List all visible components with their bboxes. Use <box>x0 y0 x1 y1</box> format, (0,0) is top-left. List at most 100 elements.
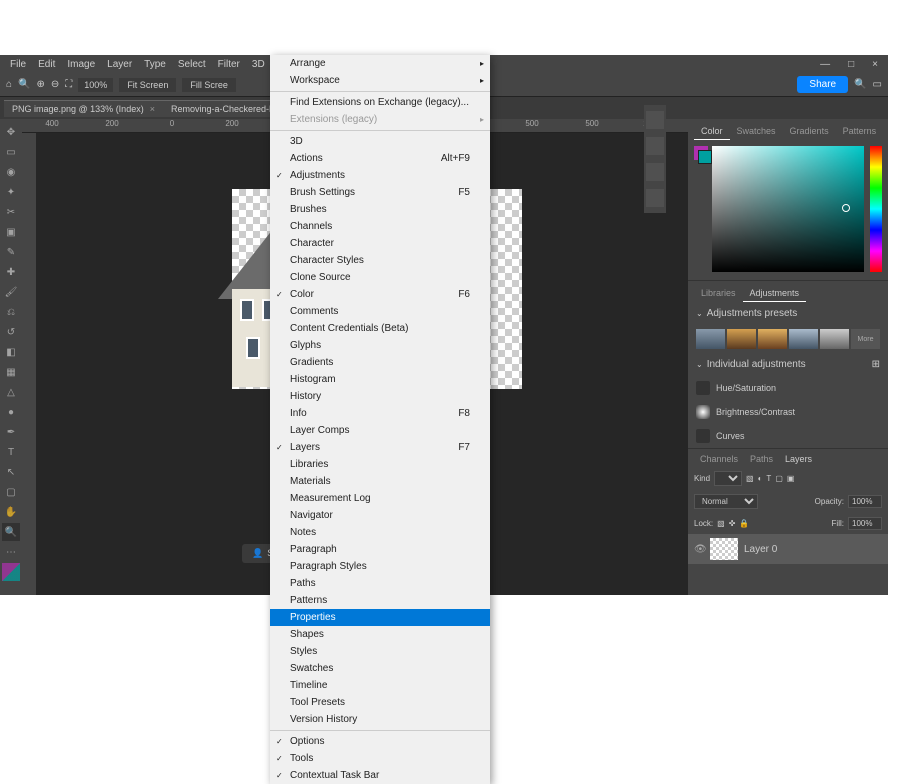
menu-item-color[interactable]: ColorF6 <box>270 286 490 303</box>
fit-screen-button[interactable]: Fit Screen <box>119 78 176 92</box>
menu-select[interactable]: Select <box>172 57 212 72</box>
search-icon[interactable]: 🔍 <box>854 79 866 90</box>
dock-icon[interactable] <box>646 111 664 129</box>
marquee-tool-icon[interactable]: ▭ <box>2 143 20 161</box>
menu-item-paths[interactable]: Paths <box>270 575 490 592</box>
fill-screen-button[interactable]: Fill Scree <box>182 78 236 92</box>
menu-item-timeline[interactable]: Timeline <box>270 677 490 694</box>
wand-tool-icon[interactable]: ✦ <box>2 183 20 201</box>
menu-item-tool-presets[interactable]: Tool Presets <box>270 694 490 711</box>
menu-item-clone-source[interactable]: Clone Source <box>270 269 490 286</box>
color-picker[interactable] <box>688 140 888 280</box>
pen-tool-icon[interactable]: ✒ <box>2 423 20 441</box>
dock-icon[interactable] <box>646 163 664 181</box>
menu-item-paragraph[interactable]: Paragraph <box>270 541 490 558</box>
adj-curves[interactable]: Curves <box>688 424 888 448</box>
menu-item-navigator[interactable]: Navigator <box>270 507 490 524</box>
preset-thumb[interactable] <box>789 329 818 349</box>
menu-layer[interactable]: Layer <box>101 57 138 72</box>
crop-tool-icon[interactable]: ✂ <box>2 203 20 221</box>
resize-icon[interactable]: ⛶ <box>65 79 72 90</box>
preset-thumb[interactable] <box>758 329 787 349</box>
gradient-tool-icon[interactable]: ▦ <box>2 363 20 381</box>
more-presets-button[interactable]: More <box>851 329 880 349</box>
layer-thumbnail[interactable] <box>710 538 738 560</box>
lock-all-icon[interactable]: 🔒 <box>739 519 749 528</box>
background-color-swatch[interactable] <box>698 150 712 164</box>
share-button[interactable]: Share <box>797 76 848 93</box>
tab-libraries[interactable]: Libraries <box>694 285 743 302</box>
menu-item-brushes[interactable]: Brushes <box>270 201 490 218</box>
color-field[interactable] <box>712 146 864 272</box>
close-icon[interactable]: × <box>866 57 884 72</box>
frame-tool-icon[interactable]: ▣ <box>2 223 20 241</box>
tab-paths[interactable]: Paths <box>744 451 779 467</box>
preset-thumb[interactable] <box>727 329 756 349</box>
zoom-tool-icon[interactable]: 🔍 <box>18 79 30 90</box>
menu-item-workspace[interactable]: Workspace <box>270 72 490 89</box>
menu-item-shapes[interactable]: Shapes <box>270 626 490 643</box>
tab-color[interactable]: Color <box>694 123 730 140</box>
filter-adjust-icon[interactable]: ◐ <box>758 474 763 483</box>
menu-edit[interactable]: Edit <box>32 57 61 72</box>
adj-brightness[interactable]: Brightness/Contrast <box>688 400 888 424</box>
tab-layers[interactable]: Layers <box>779 451 818 467</box>
menu-filter[interactable]: Filter <box>212 57 246 72</box>
home-icon[interactable]: ⌂ <box>6 79 12 90</box>
menu-item-layers[interactable]: LayersF7 <box>270 439 490 456</box>
menu-item-styles[interactable]: Styles <box>270 643 490 660</box>
presets-header[interactable]: Adjustments presets <box>688 302 888 325</box>
menu-item-notes[interactable]: Notes <box>270 524 490 541</box>
blend-mode-select[interactable]: Normal <box>694 494 758 509</box>
filter-smart-icon[interactable]: ▣ <box>787 474 795 483</box>
fill-input[interactable] <box>848 517 882 530</box>
layer-name[interactable]: Layer 0 <box>744 544 777 555</box>
menu-item-3d[interactable]: 3D <box>270 133 490 150</box>
workspace-icon[interactable]: ▭ <box>873 79 882 90</box>
menu-item-measurement-log[interactable]: Measurement Log <box>270 490 490 507</box>
opacity-input[interactable] <box>848 495 882 508</box>
zoom-in-icon[interactable]: ⊕ <box>37 79 45 90</box>
layer-item[interactable]: 👁 Layer 0 <box>688 534 888 564</box>
tab-swatches[interactable]: Swatches <box>730 123 783 140</box>
menu-item-contextual-task-bar[interactable]: Contextual Task Bar <box>270 767 490 784</box>
menu-item-options[interactable]: Options <box>270 733 490 750</box>
filter-image-icon[interactable]: ▧ <box>746 474 754 483</box>
preset-thumb[interactable] <box>820 329 849 349</box>
menu-item-history[interactable]: History <box>270 388 490 405</box>
lock-pixels-icon[interactable]: ▧ <box>717 519 725 528</box>
menu-item-actions[interactable]: ActionsAlt+F9 <box>270 150 490 167</box>
menu-item-libraries[interactable]: Libraries <box>270 456 490 473</box>
dock-icon[interactable] <box>646 189 664 207</box>
filter-shape-icon[interactable]: ▢ <box>775 474 783 483</box>
preset-thumb[interactable] <box>696 329 725 349</box>
eyedropper-tool-icon[interactable]: ✎ <box>2 243 20 261</box>
menu-item-character-styles[interactable]: Character Styles <box>270 252 490 269</box>
menu-item-histogram[interactable]: Histogram <box>270 371 490 388</box>
menu-item-comments[interactable]: Comments <box>270 303 490 320</box>
zoom-tool-selected-icon[interactable]: 🔍 <box>2 523 20 541</box>
hue-slider[interactable] <box>870 146 882 272</box>
menu-item-properties[interactable]: Properties <box>270 609 490 626</box>
color-swatch-icon[interactable] <box>2 563 20 581</box>
hand-tool-icon[interactable]: ✋ <box>2 503 20 521</box>
menu-type[interactable]: Type <box>138 57 172 72</box>
kind-select[interactable] <box>714 471 742 486</box>
menu-item-swatches[interactable]: Swatches <box>270 660 490 677</box>
zoom-value[interactable]: 100% <box>78 78 113 92</box>
filter-type-icon[interactable]: T <box>766 474 771 483</box>
menu-item-info[interactable]: InfoF8 <box>270 405 490 422</box>
tab-adjustments[interactable]: Adjustments <box>743 285 807 302</box>
zoom-out-icon[interactable]: ⊖ <box>51 79 59 90</box>
menu-item-adjustments[interactable]: Adjustments <box>270 167 490 184</box>
dodge-tool-icon[interactable]: ● <box>2 403 20 421</box>
menu-image[interactable]: Image <box>61 57 101 72</box>
visibility-icon[interactable]: 👁 <box>694 544 704 555</box>
menu-item-content-credentials-beta-[interactable]: Content Credentials (Beta) <box>270 320 490 337</box>
edit-toolbar-icon[interactable]: ⋯ <box>2 543 20 561</box>
menu-item-brush-settings[interactable]: Brush SettingsF5 <box>270 184 490 201</box>
heal-tool-icon[interactable]: ✚ <box>2 263 20 281</box>
menu-file[interactable]: File <box>4 57 32 72</box>
brush-tool-icon[interactable]: 🖌 <box>2 283 20 301</box>
path-tool-icon[interactable]: ↖ <box>2 463 20 481</box>
